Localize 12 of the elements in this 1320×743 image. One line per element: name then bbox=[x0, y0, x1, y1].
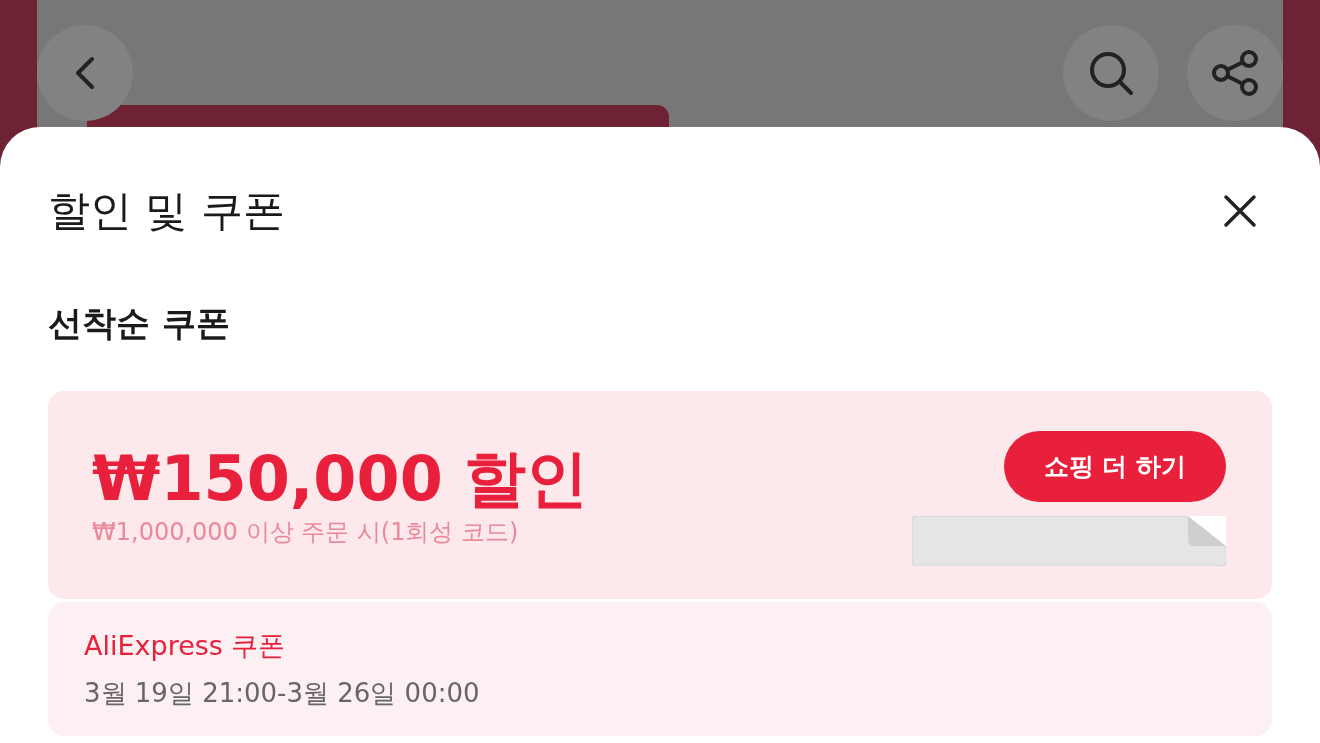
sheet-title: 할인 및 쿠폰 bbox=[48, 185, 285, 237]
back-icon bbox=[75, 56, 95, 90]
section-title: 선착순 쿠폰 bbox=[48, 302, 231, 345]
coupon-issuer: AliExpress 쿠폰 bbox=[84, 629, 287, 663]
close-icon bbox=[1222, 193, 1258, 229]
discount-amount: ₩150,000 할인 bbox=[92, 442, 589, 516]
coupon-condition: ₩1,000,000 이상 주문 시(1회성 코드) bbox=[92, 517, 520, 548]
search-icon bbox=[1087, 49, 1135, 97]
validity-period: 3월 19일 21:00-3월 26일 00:00 bbox=[84, 677, 481, 710]
shop-more-button[interactable]: 쇼핑 더 하기 bbox=[1004, 430, 1226, 502]
close-button[interactable] bbox=[1222, 193, 1258, 229]
share-icon bbox=[1211, 50, 1259, 96]
